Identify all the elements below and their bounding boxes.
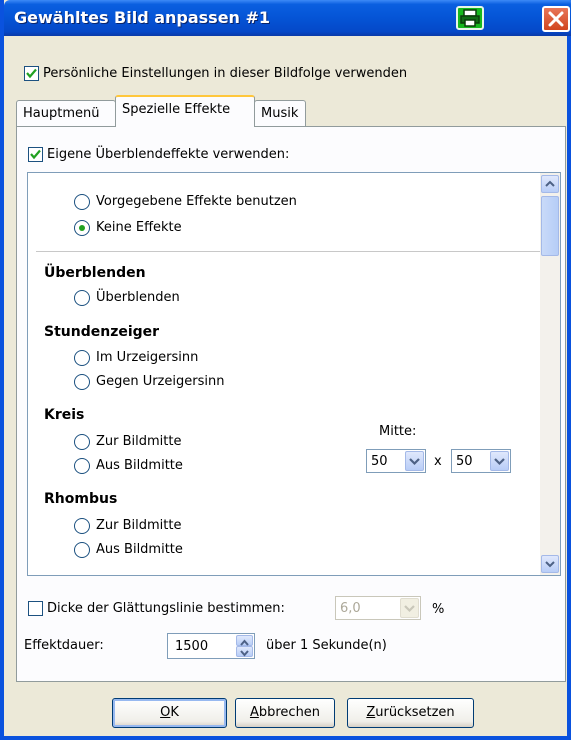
divider: [36, 251, 542, 252]
chevron-down-icon: [240, 650, 249, 657]
smoothing-label: Dicke der Glättungslinie bestimmen:: [47, 601, 285, 616]
smoothing-checkbox[interactable]: [28, 601, 43, 616]
chevron-down-icon: [409, 458, 420, 466]
dropdown-button[interactable]: [405, 451, 424, 471]
chevron-down-icon: [404, 605, 415, 613]
tab-musik[interactable]: Musik: [254, 100, 306, 126]
printer-button[interactable]: [456, 6, 484, 30]
radio-counterclockwise[interactable]: [74, 374, 90, 390]
scroll-up-button[interactable]: [541, 175, 559, 193]
duration-label: Effektdauer:: [24, 638, 104, 653]
center-y-value: 50: [456, 454, 473, 469]
option-label: Keine Effekte: [96, 220, 182, 235]
scroll-thumb[interactable]: [541, 196, 559, 256]
option-label: Aus Bildmitte: [96, 542, 183, 557]
scroll-down-button[interactable]: [541, 555, 559, 573]
cancel-button-label: Abbrechen: [249, 705, 321, 720]
tab-label: Hauptmenü: [23, 106, 100, 121]
spin-up-button[interactable]: [236, 635, 253, 646]
close-icon: [548, 11, 564, 27]
center-y-select[interactable]: 50: [451, 449, 511, 473]
option-label: Zur Bildmitte: [96, 518, 182, 533]
tab-spezielle-effekte[interactable]: Spezielle Effekte: [115, 95, 255, 127]
dropdown-button[interactable]: [400, 598, 419, 618]
option-label: Vorgegebene Effekte benutzen: [96, 194, 297, 209]
printer-icon: [460, 9, 480, 27]
dropdown-button[interactable]: [490, 451, 509, 471]
cancel-button[interactable]: Abbrechen: [235, 698, 335, 728]
ok-button-label: OK: [160, 705, 179, 720]
option-label: Im Urzeigersinn: [96, 350, 199, 365]
radio-clockwise[interactable]: [74, 350, 90, 366]
option-label: Gegen Urzeigersinn: [96, 374, 225, 389]
chevron-down-icon: [545, 561, 555, 568]
radio-preset-effects[interactable]: [74, 194, 90, 210]
radio-rhombus-in[interactable]: [74, 518, 90, 534]
close-button[interactable]: [542, 6, 570, 32]
center-separator: x: [434, 454, 442, 469]
spin-down-button[interactable]: [236, 646, 253, 657]
smoothing-unit: %: [432, 602, 445, 617]
smoothing-value: 6,0: [340, 601, 361, 616]
section-heading-stundenzeiger: Stundenzeiger: [44, 324, 160, 340]
duration-value: 1500: [175, 639, 209, 654]
personal-settings-label: Persönliche Einstellungen in dieser Bild…: [43, 66, 408, 81]
tab-label: Musik: [261, 106, 299, 121]
duration-suffix: über 1 Sekunde(n): [266, 638, 387, 653]
ok-button[interactable]: OK: [112, 698, 227, 728]
check-icon: [26, 68, 37, 79]
own-effects-checkbox[interactable]: [28, 147, 43, 162]
radio-circle-out[interactable]: [74, 458, 90, 474]
title-bar: Gewähltes Bild anpassen #1: [4, 0, 571, 36]
vertical-scrollbar[interactable]: [540, 173, 560, 575]
option-label: Aus Bildmitte: [96, 458, 183, 473]
center-x-select[interactable]: 50: [366, 449, 426, 473]
smoothing-select[interactable]: 6,0: [335, 596, 421, 620]
radio-selected-dot: [79, 225, 85, 231]
section-heading-uberblenden: Überblenden: [44, 265, 146, 281]
duration-spinner[interactable]: 1500: [167, 633, 255, 659]
center-x-value: 50: [371, 454, 388, 469]
own-effects-label: Eigene Überblendeffekte verwenden:: [47, 147, 290, 162]
chevron-up-icon: [545, 180, 555, 187]
radio-circle-in[interactable]: [74, 434, 90, 450]
reset-button[interactable]: Zurücksetzen: [347, 698, 474, 728]
check-icon: [30, 149, 41, 160]
tab-hauptmenu[interactable]: Hauptmenü: [16, 100, 116, 126]
radio-no-effects[interactable]: [74, 220, 90, 236]
chevron-down-icon: [494, 458, 505, 466]
personal-settings-checkbox[interactable]: [24, 66, 39, 81]
window-title: Gewähltes Bild anpassen #1: [14, 8, 271, 27]
tab-label: Spezielle Effekte: [122, 102, 231, 117]
radio-uberblenden[interactable]: [74, 290, 90, 306]
section-heading-kreis: Kreis: [44, 407, 85, 423]
effects-list[interactable]: Vorgegebene Effekte benutzen Keine Effek…: [27, 172, 561, 576]
radio-rhombus-out[interactable]: [74, 542, 90, 558]
section-heading-rhombus: Rhombus: [44, 491, 118, 507]
center-label: Mitte:: [379, 424, 417, 439]
option-label: Zur Bildmitte: [96, 434, 182, 449]
reset-button-label: Zurücksetzen: [366, 705, 455, 720]
dialog-window: Gewähltes Bild anpassen #1 Persönliche E…: [0, 0, 571, 740]
option-label: Überblenden: [96, 290, 180, 305]
